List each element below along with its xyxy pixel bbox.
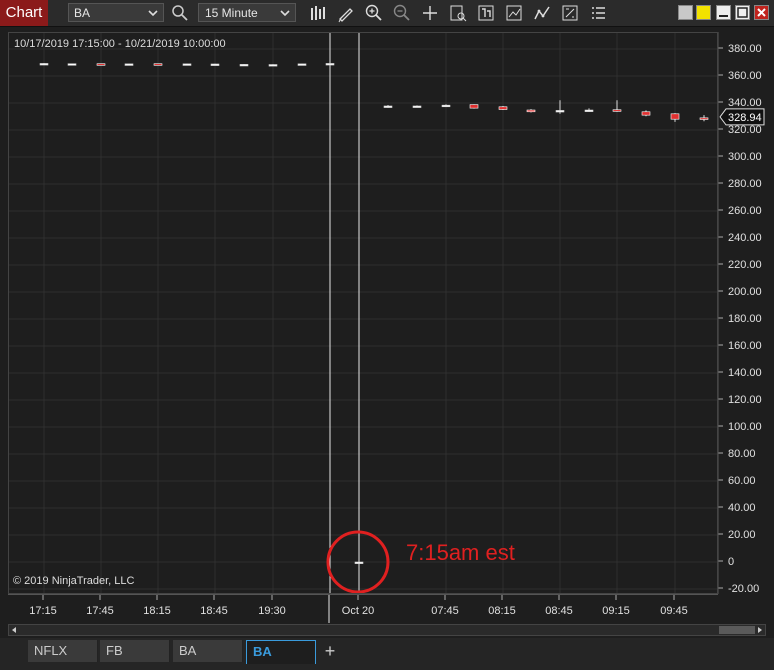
horizontal-scrollbar[interactable] [8, 624, 766, 636]
candle-body [124, 63, 134, 66]
y-tick-label: 380.00 [728, 43, 762, 55]
tab-fb[interactable]: FB [100, 640, 170, 662]
candle-body [210, 63, 220, 66]
y-tick-label: 100.00 [728, 421, 762, 433]
candle-body [699, 117, 709, 120]
chart-panel[interactable]: 10/17/2019 17:15:00 - 10/21/2019 10:00:0… [8, 32, 718, 594]
y-tick-label: 180.00 [728, 313, 762, 325]
pencil-icon[interactable] [336, 3, 356, 23]
annotation-text: 7:15am est [406, 540, 515, 565]
y-tick-label: 20.00 [728, 529, 756, 541]
add-tab-icon[interactable]: + [320, 641, 340, 661]
strategies-icon[interactable] [532, 3, 552, 23]
y-tick-label: 240.00 [728, 232, 762, 244]
date-range-label: 10/17/2019 17:15:00 - 10/21/2019 10:00:0… [14, 38, 226, 50]
candle-body [612, 109, 622, 112]
time-axis[interactable]: 17:15 17:45 18:15 18:45 19:30 Oct 20 07:45 08:1… [8, 594, 718, 623]
candle-body [441, 104, 451, 108]
x-tick-label: Oct 20 [342, 605, 374, 617]
properties-icon[interactable] [588, 3, 608, 23]
chevron-down-icon [280, 10, 290, 17]
candle-body [383, 105, 393, 108]
maximize-icon[interactable] [735, 5, 750, 20]
tab-ba[interactable]: BA [173, 640, 243, 662]
x-tick-label: 08:15 [488, 605, 516, 617]
y-tick-label: 300.00 [728, 151, 762, 163]
search-icon[interactable] [170, 3, 190, 23]
y-tick-label: 80.00 [728, 448, 756, 460]
x-tick-label: 19:30 [258, 605, 286, 617]
candle-body [584, 109, 594, 112]
scrollbar-thumb[interactable] [719, 626, 755, 634]
x-tick-label: 08:45 [545, 605, 573, 617]
candle-body [153, 63, 163, 66]
copyright-label: © 2019 NinjaTrader, LLC [13, 575, 135, 587]
y-tick-label: 260.00 [728, 205, 762, 217]
x-tick-label: 07:45 [431, 605, 459, 617]
candle-body [297, 63, 307, 66]
scroll-right-icon[interactable] [756, 626, 764, 634]
chart-trader-icon[interactable] [560, 3, 580, 23]
crosshair-icon[interactable] [420, 3, 440, 23]
x-tick-label: 17:15 [29, 605, 57, 617]
instrument-value: BA [74, 6, 91, 20]
tab-ba-active[interactable]: BA [246, 640, 316, 664]
y-tick-label: 60.00 [728, 475, 756, 487]
candle-body [670, 113, 680, 120]
x-tick-label: 18:15 [143, 605, 171, 617]
candle-body [498, 106, 508, 110]
candle-body [67, 63, 77, 66]
y-tick-label: 360.00 [728, 70, 762, 82]
x-tick-label: 09:15 [602, 605, 630, 617]
color-gray-icon[interactable] [678, 5, 693, 20]
chart-title: Chart [0, 0, 48, 26]
candle-body [641, 111, 651, 116]
bar-type-icon[interactable] [308, 3, 328, 23]
candle-body [96, 63, 106, 66]
price-chart [9, 33, 717, 593]
toolbar: Chart BA 15 Minute [0, 0, 774, 27]
candle-body [412, 105, 422, 108]
candle-body [268, 64, 278, 67]
price-axis[interactable]: 380.00 360.00 340.00 320.00 300.00 280.00 260.… [718, 32, 766, 594]
interval-selector[interactable]: 15 Minute [198, 3, 296, 22]
close-icon[interactable] [754, 5, 769, 20]
y-tick-label: 160.00 [728, 340, 762, 352]
y-tick-label: 280.00 [728, 178, 762, 190]
candle-body [555, 110, 565, 113]
y-tick-label: 140.00 [728, 367, 762, 379]
interval-value: 15 Minute [205, 6, 258, 20]
y-tick-label: 120.00 [728, 394, 762, 406]
y-tick-label: 340.00 [728, 97, 762, 109]
y-tick-label: 320.00 [728, 124, 762, 136]
candle-body [354, 561, 364, 564]
data-box-icon[interactable] [448, 3, 468, 23]
x-tick-label: 09:45 [660, 605, 688, 617]
y-tick-label: 200.00 [728, 286, 762, 298]
y-tick-label: -20.00 [728, 583, 759, 594]
x-tick-label: 18:45 [200, 605, 228, 617]
scroll-left-icon[interactable] [10, 626, 18, 634]
y-tick-label: 40.00 [728, 502, 756, 514]
tab-nflx[interactable]: NFLX [28, 640, 98, 662]
x-tick-label: 17:45 [86, 605, 114, 617]
indicators-icon[interactable] [504, 3, 524, 23]
zoom-in-icon[interactable] [364, 3, 384, 23]
y-tick-label: 220.00 [728, 259, 762, 271]
candle-body [182, 63, 192, 66]
candle-body [469, 104, 479, 109]
minimize-icon[interactable] [716, 5, 731, 20]
color-yellow-icon[interactable] [696, 5, 711, 20]
y-tick-label: 0 [728, 556, 734, 568]
chevron-down-icon [148, 10, 158, 17]
zoom-out-icon[interactable] [392, 3, 412, 23]
candle-body [526, 109, 536, 113]
chart-style-icon[interactable] [476, 3, 496, 23]
instrument-selector[interactable]: BA [68, 3, 164, 22]
candle-body [39, 63, 49, 66]
current-price-label: 328.94 [728, 112, 762, 124]
candle-body [239, 64, 249, 67]
instrument-tab-bar: NFLX FB BA BA + [0, 638, 774, 670]
candle-body [325, 63, 335, 66]
